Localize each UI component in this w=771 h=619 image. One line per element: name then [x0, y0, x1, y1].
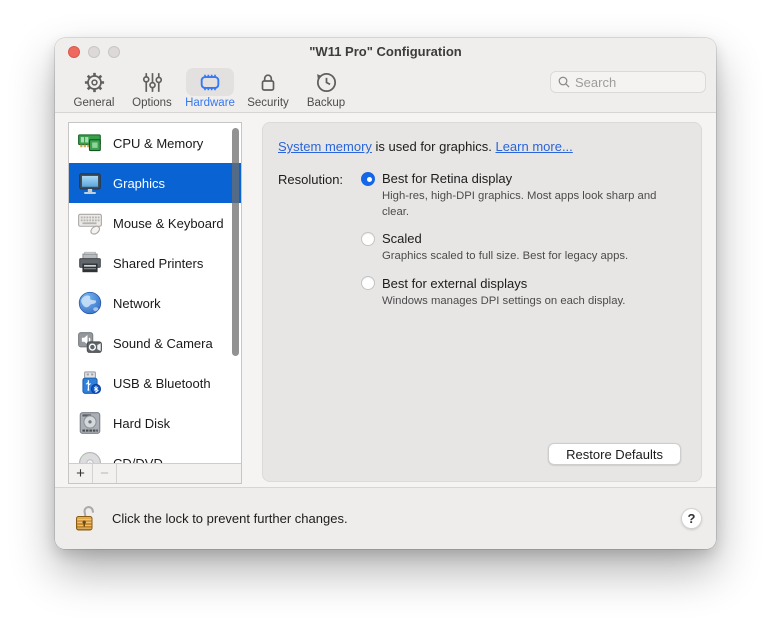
globe-icon [77, 290, 103, 316]
search-field[interactable] [550, 71, 706, 93]
option-best-retina[interactable]: Best for Retina display High-res, high-D… [361, 171, 686, 220]
resolution-options: Best for Retina display High-res, high-D… [361, 171, 686, 309]
window-title: "W11 Pro" Configuration [55, 44, 716, 59]
sidebar-item-label: CD/DVD [113, 456, 163, 464]
radio-best-external[interactable] [361, 276, 375, 290]
system-memory-link[interactable]: System memory [278, 139, 372, 154]
memory-icon [77, 130, 103, 156]
sidebar-item-label: USB & Bluetooth [113, 376, 211, 391]
sidebar-item-label: Mouse & Keyboard [113, 216, 224, 231]
tab-backup-label: Backup [307, 97, 345, 109]
memory-info-text: System memory is used for graphics. Lear… [278, 139, 686, 154]
sidebar-item-label: Shared Printers [113, 256, 203, 271]
tab-options[interactable]: Options [123, 66, 181, 109]
option-scaled[interactable]: Scaled Graphics scaled to full size. Bes… [361, 231, 686, 265]
sidebar-item-sound-camera[interactable]: Sound & Camera [69, 323, 241, 363]
gear-icon [82, 70, 107, 95]
add-device-button[interactable]: + [69, 464, 93, 483]
radio-best-retina[interactable] [361, 172, 375, 186]
tab-backup[interactable]: Backup [297, 66, 355, 109]
display-icon [77, 170, 103, 196]
tab-hardware[interactable]: Hardware [181, 66, 239, 109]
window-chrome: "W11 Pro" Configuration [55, 38, 716, 113]
toolbar: General Options [65, 66, 355, 112]
sidebar-item-cd-dvd[interactable]: CD/DVD [69, 443, 241, 463]
screenshot-stage: "W11 Pro" Configuration [0, 0, 771, 619]
option-label: Best for Retina display [382, 171, 512, 186]
hardware-list: CPU & Memory Graphics [68, 122, 242, 484]
tab-security[interactable]: Security [239, 66, 297, 109]
footer-bar: Click the lock to prevent further change… [55, 487, 716, 549]
option-description: Windows manages DPI settings on each dis… [382, 294, 686, 310]
sidebar-item-label: Sound & Camera [113, 336, 213, 351]
tab-general[interactable]: General [65, 66, 123, 109]
resolution-setting: Resolution: Best for Retina display High… [278, 171, 686, 309]
restore-defaults-button[interactable]: Restore Defaults [548, 443, 681, 465]
lock-icon [256, 70, 280, 95]
sidebar-item-usb-bluetooth[interactable]: USB & Bluetooth [69, 363, 241, 403]
printer-icon [77, 250, 103, 276]
sidebar-item-cpu-memory[interactable]: CPU & Memory [69, 123, 241, 163]
unlocked-lock-icon[interactable] [73, 503, 100, 534]
lock-hint-text: Click the lock to prevent further change… [112, 511, 348, 526]
search-input[interactable] [575, 75, 699, 90]
time-machine-icon [314, 70, 339, 95]
sound-camera-icon [77, 330, 103, 356]
tab-options-label: Options [132, 97, 172, 109]
option-best-external[interactable]: Best for external displays Windows manag… [361, 276, 686, 310]
radio-scaled[interactable] [361, 232, 375, 246]
tab-security-label: Security [247, 97, 289, 109]
cd-icon [77, 450, 103, 463]
option-label: Best for external displays [382, 276, 527, 291]
tab-hardware-label: Hardware [185, 97, 235, 109]
title-bar: "W11 Pro" Configuration [55, 38, 716, 66]
sliders-icon [140, 70, 165, 95]
help-button[interactable]: ? [681, 508, 702, 529]
usb-icon [77, 370, 103, 396]
hardware-list-items: CPU & Memory Graphics [69, 123, 241, 463]
configuration-window: "W11 Pro" Configuration [55, 38, 716, 549]
chip-icon [197, 70, 223, 95]
sidebar-item-network[interactable]: Network [69, 283, 241, 323]
sidebar-item-label: Graphics [113, 176, 165, 191]
resolution-label: Resolution: [278, 171, 361, 309]
sidebar-item-label: CPU & Memory [113, 136, 203, 151]
remove-device-button: − [93, 464, 117, 483]
sidebar-item-shared-printers[interactable]: Shared Printers [69, 243, 241, 283]
keyboard-icon [77, 210, 103, 236]
tab-general-label: General [74, 97, 115, 109]
sidebar-item-label: Network [113, 296, 161, 311]
list-edit-bar: + − [69, 463, 241, 483]
hard-disk-icon [77, 410, 103, 436]
option-description: Graphics scaled to full size. Best for l… [382, 249, 686, 265]
sidebar-item-label: Hard Disk [113, 416, 170, 431]
option-description: High-res, high-DPI graphics. Most apps l… [382, 189, 686, 220]
sidebar-item-hard-disk[interactable]: Hard Disk [69, 403, 241, 443]
option-label: Scaled [382, 231, 422, 246]
sidebar-item-graphics[interactable]: Graphics [69, 163, 241, 203]
memory-info-middle: is used for graphics. [372, 139, 496, 154]
search-icon [557, 75, 571, 89]
sidebar-scrollbar[interactable] [232, 128, 239, 356]
graphics-pane: System memory is used for graphics. Lear… [262, 122, 702, 482]
learn-more-link[interactable]: Learn more... [495, 139, 572, 154]
sidebar-item-mouse-keyboard[interactable]: Mouse & Keyboard [69, 203, 241, 243]
